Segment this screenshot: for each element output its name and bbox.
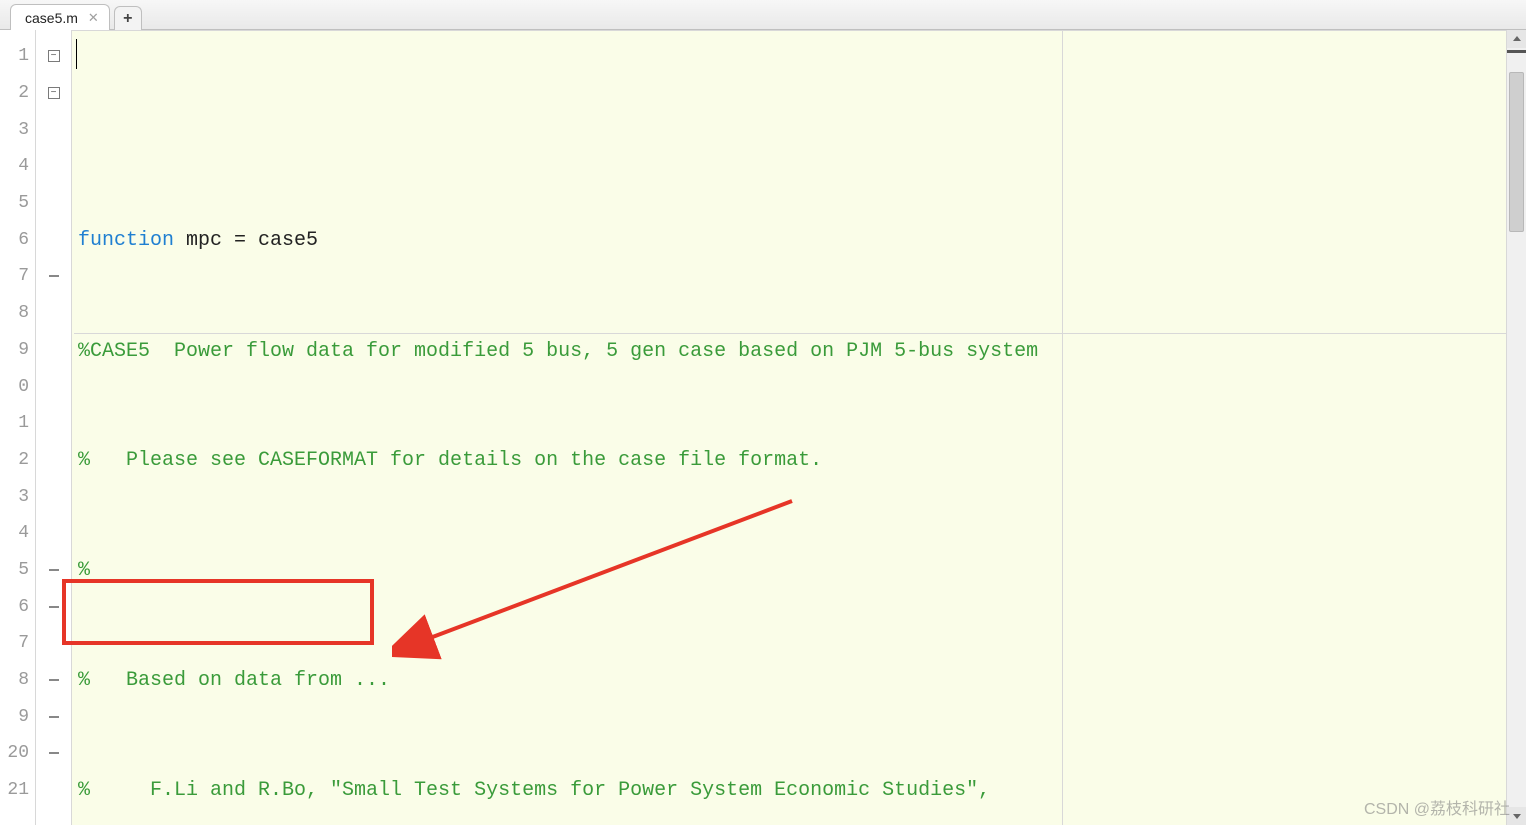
line-number: 5 bbox=[0, 552, 35, 589]
section-dash-icon bbox=[49, 752, 59, 754]
line-number: 8 bbox=[0, 662, 35, 699]
close-icon[interactable]: ✕ bbox=[88, 10, 99, 26]
section-dash-icon bbox=[49, 275, 59, 277]
scroll-thumb[interactable] bbox=[1509, 72, 1524, 232]
annotation-highlight-box bbox=[62, 579, 374, 645]
line-number: 7 bbox=[0, 258, 35, 295]
section-dash-icon bbox=[49, 569, 59, 571]
line-number: 3 bbox=[0, 478, 35, 515]
fold-toggle[interactable]: − bbox=[48, 87, 60, 99]
code-area[interactable]: function mpc = case5 %CASE5 Power flow d… bbox=[72, 30, 1506, 825]
tab-case5[interactable]: case5.m ✕ bbox=[10, 4, 110, 30]
line-number: 5 bbox=[0, 185, 35, 222]
scroll-up-button[interactable] bbox=[1507, 30, 1526, 48]
fold-column: − − bbox=[36, 30, 72, 825]
keyword: function bbox=[78, 229, 174, 252]
line-number: 21 bbox=[0, 772, 35, 809]
line-number: 6 bbox=[0, 221, 35, 258]
line-number: 4 bbox=[0, 515, 35, 552]
scroll-down-button[interactable] bbox=[1507, 807, 1526, 825]
code-line: % F.Li and R.Bo, "Small Test Systems for… bbox=[74, 773, 1506, 810]
code-area-wrap: function mpc = case5 %CASE5 Power flow d… bbox=[72, 30, 1526, 825]
code-line: %CASE5 Power flow data for modified 5 bu… bbox=[74, 333, 1506, 370]
line-number: 2 bbox=[0, 75, 35, 112]
line-number: 9 bbox=[0, 332, 35, 369]
code-line: % bbox=[74, 553, 1506, 590]
line-number: 1 bbox=[0, 405, 35, 442]
section-dash-icon bbox=[49, 606, 59, 608]
editor-frame: 1 2 3 4 5 6 7 8 9 0 1 2 3 4 5 6 7 8 9 20… bbox=[0, 30, 1526, 825]
vertical-scrollbar[interactable] bbox=[1506, 30, 1526, 825]
plus-icon: + bbox=[123, 10, 132, 28]
line-number: 9 bbox=[0, 698, 35, 735]
section-dash-icon bbox=[49, 716, 59, 718]
line-number: 8 bbox=[0, 295, 35, 332]
new-tab-button[interactable]: + bbox=[114, 6, 142, 30]
section-dash-icon bbox=[49, 679, 59, 681]
line-number: 1 bbox=[0, 38, 35, 75]
code-line: function mpc = case5 bbox=[74, 223, 1506, 260]
text-cursor bbox=[76, 39, 77, 69]
right-margin-line bbox=[1062, 31, 1063, 825]
code-line: % Please see CASEFORMAT for details on t… bbox=[74, 443, 1506, 480]
line-number: 4 bbox=[0, 148, 35, 185]
line-number: 0 bbox=[0, 368, 35, 405]
code-line: % Based on data from ... bbox=[74, 663, 1506, 700]
line-number-gutter: 1 2 3 4 5 6 7 8 9 0 1 2 3 4 5 6 7 8 9 20… bbox=[0, 30, 36, 825]
tab-bar: case5.m ✕ + bbox=[0, 0, 1526, 30]
line-number: 3 bbox=[0, 111, 35, 148]
scroll-marker bbox=[1507, 50, 1526, 53]
tab-label: case5.m bbox=[25, 10, 78, 26]
line-number: 2 bbox=[0, 442, 35, 479]
fold-toggle[interactable]: − bbox=[48, 50, 60, 62]
line-number: 7 bbox=[0, 625, 35, 662]
line-number: 20 bbox=[0, 735, 35, 772]
line-number: 6 bbox=[0, 588, 35, 625]
